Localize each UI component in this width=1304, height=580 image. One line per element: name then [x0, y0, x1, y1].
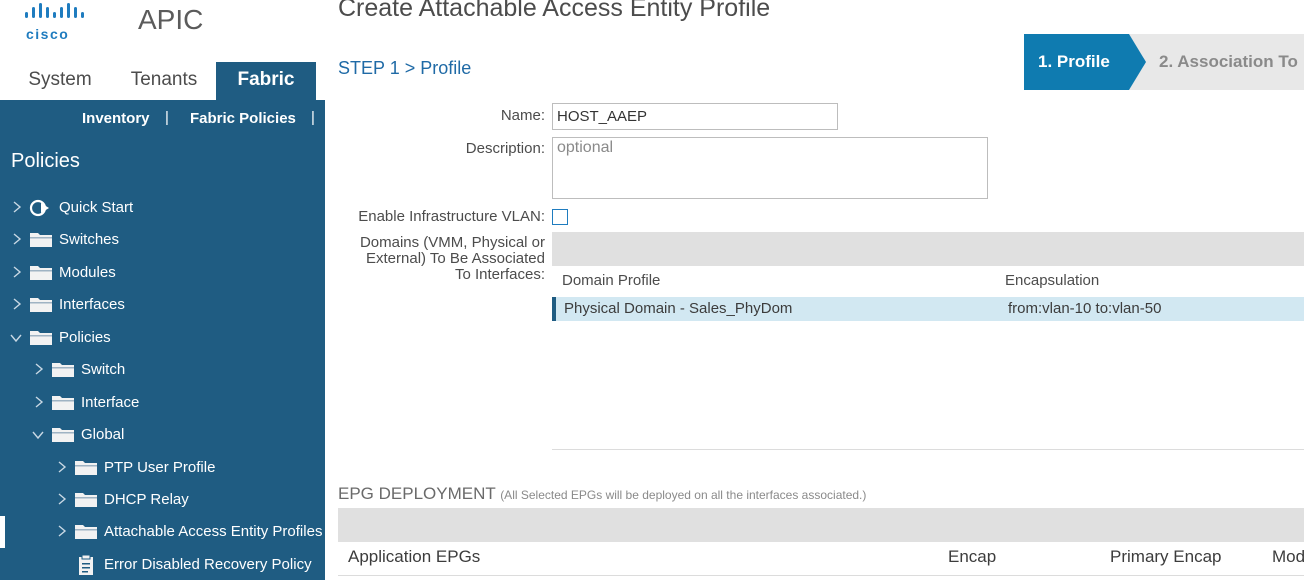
chevron-right-icon[interactable]: [11, 232, 23, 246]
folder-icon: [75, 525, 97, 539]
apic-window: cisco APIC System Tenants Fabric Invento…: [0, 0, 1304, 580]
divider: [552, 449, 1304, 450]
infra-vlan-checkbox[interactable]: [552, 209, 568, 225]
folder-icon: [30, 298, 52, 312]
wizard-steps: 1. Profile 2. Association To: [1024, 34, 1304, 90]
name-input[interactable]: [552, 103, 838, 130]
chevron-down-icon[interactable]: [31, 429, 45, 441]
tree-item-modules[interactable]: Modules: [0, 257, 325, 289]
tree-item-label: DHCP Relay: [104, 491, 189, 508]
domains-label-line: External) To Be Associated: [366, 250, 545, 267]
tree-item-label: Interface: [81, 394, 140, 411]
chevron-right-icon[interactable]: [56, 492, 68, 506]
table-row[interactable]: Physical Domain - Sales_PhyDom from:vlan…: [552, 297, 1304, 321]
policy-doc-icon: [79, 554, 93, 575]
column-header-domain-profile[interactable]: Domain Profile: [562, 272, 660, 289]
chevron-right-icon[interactable]: [56, 524, 68, 538]
folder-icon: [30, 331, 52, 345]
sub-tab-inventory[interactable]: Inventory: [82, 110, 150, 127]
tree-item-global[interactable]: Global: [0, 419, 325, 451]
step-breadcrumb: STEP 1 > Profile: [338, 58, 472, 78]
sub-tab-bar: Inventory | Fabric Policies |: [0, 100, 325, 138]
tree-item-ptp-user-profile[interactable]: PTP User Profile: [0, 452, 325, 484]
tree-item-label: Modules: [59, 264, 116, 281]
cisco-wordmark: cisco: [26, 26, 70, 42]
tree-item-switches[interactable]: Switches: [0, 224, 325, 256]
folder-icon: [52, 363, 74, 377]
chevron-right-icon[interactable]: [11, 265, 23, 279]
tree-item-label: Switches: [59, 231, 120, 248]
column-header-encap[interactable]: Encap: [948, 547, 996, 567]
domains-label-line: Domains (VMM, Physical or: [359, 234, 545, 251]
tree-item-label: Attachable Access Entity Profiles: [104, 523, 323, 540]
name-label: Name:: [500, 107, 545, 124]
column-header-mode[interactable]: Mod: [1272, 547, 1304, 567]
tree-item-quick-start[interactable]: Quick Start: [0, 192, 325, 224]
chevron-down-icon[interactable]: [9, 332, 23, 344]
page-title: Create Attachable Access Entity Profile: [338, 0, 771, 22]
column-header-application-epgs[interactable]: Application EPGs: [348, 547, 480, 567]
description-label: Description:: [465, 140, 545, 157]
chevron-right-icon[interactable]: [33, 362, 45, 376]
tree-item-label: Policies: [59, 329, 111, 346]
tree-item-switch[interactable]: Switch: [0, 354, 325, 386]
domains-label-line: To Interfaces:: [454, 266, 545, 283]
sub-tab-separator: |: [165, 109, 169, 126]
tree-item-policies[interactable]: Policies: [0, 322, 325, 354]
tree-item-error-disabled-recovery-policy[interactable]: Error Disabled Recovery Policy: [0, 549, 325, 580]
domain-profile-cell: Physical Domain - Sales_PhyDom: [564, 300, 793, 317]
tree-item-label: Interfaces: [59, 296, 125, 313]
folder-icon: [30, 233, 52, 247]
tree-item-attachable-access-entity-profiles[interactable]: Attachable Access Entity Profiles: [0, 516, 325, 548]
tab-system[interactable]: System: [10, 62, 110, 100]
tab-fabric[interactable]: Fabric: [216, 62, 316, 100]
app-name: APIC: [138, 4, 204, 35]
main-tab-bar: System Tenants Fabric: [0, 62, 325, 100]
chevron-right-icon[interactable]: [11, 200, 23, 214]
column-header-primary-encap[interactable]: Primary Encap: [1110, 547, 1221, 567]
sidebar-heading: Policies: [11, 150, 80, 172]
folder-icon: [52, 428, 74, 442]
sub-tab-fabric-policies[interactable]: Fabric Policies: [190, 110, 296, 127]
tree-item-interface[interactable]: Interface: [0, 387, 325, 419]
domains-label: Domains (VMM, Physical or External) To B…: [360, 235, 545, 283]
epg-table-toolbar: [338, 508, 1304, 542]
tree-item-interfaces[interactable]: Interfaces: [0, 289, 325, 321]
infra-vlan-label: Enable Infrastructure VLAN:: [358, 208, 545, 225]
epg-deployment-heading: EPG DEPLOYMENT (All Selected EPGs will b…: [338, 484, 866, 504]
folder-icon: [75, 461, 97, 475]
brand-header: cisco APIC: [0, 0, 325, 62]
encapsulation-cell: from:vlan-10 to:vlan-50: [1008, 300, 1162, 317]
domain-table-toolbar: [552, 232, 1304, 266]
chevron-right-icon[interactable]: [33, 395, 45, 409]
column-header-encapsulation[interactable]: Encapsulation: [1005, 272, 1099, 289]
tree-item-label: Global: [81, 426, 125, 443]
row-selection-marker: [552, 297, 556, 321]
folder-icon: [75, 493, 97, 507]
tree-item-label: Error Disabled Recovery Policy: [104, 556, 312, 573]
tree-item-label: PTP User Profile: [104, 459, 216, 476]
tree-item-dhcp-relay[interactable]: DHCP Relay: [0, 484, 325, 516]
cisco-logo-icon: cisco: [22, 2, 92, 42]
tree-item-label: Quick Start: [59, 199, 134, 216]
chevron-right-icon[interactable]: [56, 460, 68, 474]
chevron-right-icon[interactable]: [11, 297, 23, 311]
sub-tab-separator: |: [311, 109, 315, 126]
folder-icon: [30, 266, 52, 280]
divider: [338, 575, 1304, 576]
wizard-step-association[interactable]: 2. Association To: [1159, 52, 1298, 72]
wizard-step-profile[interactable]: 1. Profile: [1038, 52, 1110, 72]
quick-start-icon: [29, 199, 49, 217]
domain-table: Domain Profile Encapsulation Physical Do…: [552, 232, 1304, 452]
tree-item-label: Switch: [81, 361, 126, 378]
left-navigation-panel: cisco APIC System Tenants Fabric Invento…: [0, 0, 325, 580]
epg-heading-note: (All Selected EPGs will be deployed on a…: [500, 488, 867, 502]
content-panel: Create Attachable Access Entity Profile …: [325, 0, 1304, 580]
description-input[interactable]: [552, 137, 988, 199]
tab-tenants[interactable]: Tenants: [115, 62, 213, 100]
epg-heading-title: EPG DEPLOYMENT: [338, 484, 496, 503]
folder-icon: [52, 396, 74, 410]
